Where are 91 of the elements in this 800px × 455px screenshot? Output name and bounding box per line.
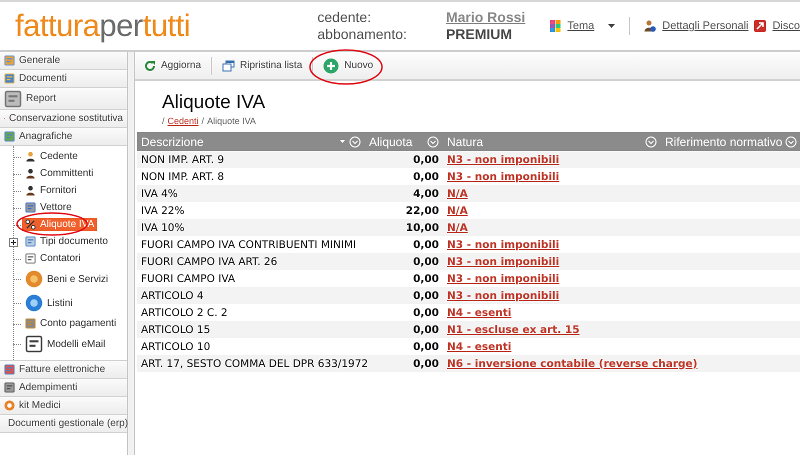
list-icon	[25, 253, 36, 264]
account-value: PREMIUM	[446, 26, 514, 43]
sidebar-section[interactable]: Documenti gestionale (erp)	[0, 415, 127, 433]
table-cell: ARTICOLO 15	[137, 321, 365, 338]
table-cell: NON IMP. ART. 9	[137, 151, 365, 168]
nature-link[interactable]: N3 - non imponibili	[447, 272, 560, 284]
table-cell: 22,00	[365, 202, 443, 219]
dropdown-icon[interactable]	[785, 136, 798, 148]
table-cell: 0,00	[365, 287, 443, 304]
tree-item[interactable]: Committenti	[22, 167, 96, 180]
table-cell: 0,00	[365, 338, 443, 355]
nature-link[interactable]: N/A	[447, 188, 468, 200]
nature-link[interactable]: N1 - escluse ex art. 15	[447, 324, 580, 336]
grid-icon	[4, 131, 15, 142]
exit-icon	[754, 20, 766, 32]
tree-item[interactable]: Contatori	[22, 252, 84, 265]
nature-link[interactable]: N3 - non imponibili	[447, 290, 560, 302]
nature-link[interactable]: N4 - esenti	[447, 340, 512, 352]
nature-link[interactable]: N4 - esenti	[447, 306, 512, 318]
table-cell: 0,00	[365, 151, 443, 168]
nature-link[interactable]: N3 - non imponibili	[447, 154, 560, 166]
table-cell: 0,00	[365, 321, 443, 338]
page-title: Aliquote IVA	[162, 92, 266, 114]
person-icon	[25, 168, 36, 179]
account-label: cedente:	[317, 9, 372, 26]
sidebar-section[interactable]: Conservazione sostitutiva	[0, 110, 127, 128]
header-link[interactable]: Tema	[567, 20, 594, 32]
document-icon	[25, 236, 36, 247]
sidebar-section[interactable]: Documenti	[0, 70, 127, 88]
sidebar-section[interactable]: kit Medici	[0, 397, 127, 415]
table-cell: ARTICOLO 2 C. 2	[137, 304, 365, 321]
table-cell: ARTICOLO 4	[137, 287, 365, 304]
nature-link[interactable]: N3 - non imponibili	[447, 238, 560, 250]
tree-item[interactable]: Beni e Servizi	[22, 269, 112, 289]
header-link[interactable]: Dettagli Personali	[662, 20, 748, 32]
breadcrumb-separator: /	[202, 116, 204, 126]
table-cell: NON IMP. ART. 8	[137, 168, 365, 185]
tree-item[interactable]: Listini	[22, 293, 76, 313]
table-cell: 0,00	[365, 304, 443, 321]
table-cell: 0,00	[365, 236, 443, 253]
dropdown-icon[interactable]	[349, 136, 361, 148]
table-cell: ARTICOLO 10	[137, 338, 365, 355]
nature-link[interactable]: N/A	[447, 222, 468, 234]
nature-link[interactable]: N6 - inversione contabile (reverse charge)	[447, 358, 698, 370]
logo: fatturapertutti	[15, 8, 192, 44]
tree-item[interactable]: Conto pagamenti	[22, 317, 120, 330]
nature-link[interactable]: N3 - non imponibili	[447, 170, 560, 182]
table-cell: IVA 4%	[137, 185, 365, 202]
table-cell: ART. 17, SESTO COMMA DEL DPR 633/1972	[137, 355, 365, 372]
toolbar-button[interactable]: Ripristina lista	[218, 58, 306, 74]
tree-item[interactable]: Fornitori	[22, 184, 80, 197]
plus-icon	[323, 58, 340, 74]
caret-icon[interactable]	[608, 24, 616, 28]
header-link[interactable]: Disco	[772, 20, 800, 32]
nature-link[interactable]: N/A	[447, 204, 468, 216]
table-cell: 0,00	[365, 253, 443, 270]
windows-icon	[222, 60, 236, 72]
people-icon	[25, 151, 36, 162]
table-cell: FUORI CAMPO IVA	[137, 270, 365, 287]
person-icon	[25, 185, 36, 196]
breadcrumb-separator: /	[162, 116, 165, 126]
account-label: abbonamento:	[317, 26, 408, 43]
palette-icon	[550, 20, 562, 32]
table-cell: IVA 10%	[137, 219, 365, 236]
percent-icon	[25, 219, 36, 230]
toolbar-button[interactable]: Aggiorna	[140, 58, 206, 74]
tree-item[interactable]: Tipi documento	[22, 235, 111, 248]
sidebar-section[interactable]: Fatture elettroniche	[0, 361, 127, 379]
sidebar-section[interactable]: Report	[0, 88, 127, 110]
table-cell: FUORI CAMPO IVA ART. 26	[137, 253, 365, 270]
refresh-icon	[144, 60, 156, 72]
sidebar-section[interactable]: Generale	[0, 52, 127, 70]
table-cell: 0,00	[365, 168, 443, 185]
tree-item[interactable]: Cedente	[22, 150, 81, 163]
breadcrumb-link[interactable]: Cedenti	[168, 116, 199, 126]
sidebar-section[interactable]: Adempimenti	[0, 379, 127, 397]
user-info-icon	[644, 20, 656, 32]
document-icon	[4, 90, 22, 108]
sidebar-section[interactable]: Anagrafiche	[0, 128, 127, 146]
tree-item[interactable]: Modelli eMail	[22, 334, 108, 354]
breadcrumb-current: Aliquote IVA	[207, 116, 256, 126]
dropdown-icon[interactable]	[427, 136, 439, 148]
table-cell: 4,00	[365, 185, 443, 202]
table-cell: FUORI CAMPO IVA CONTRIBUENTI MINIMI	[137, 236, 365, 253]
table-cell: 10,00	[365, 219, 443, 236]
expand-icon[interactable]	[9, 238, 18, 246]
nature-link[interactable]: N3 - non imponibili	[447, 256, 560, 268]
tree-item[interactable]: Vettore	[22, 201, 75, 214]
dropdown-icon[interactable]	[645, 136, 657, 148]
table-cell: 0,00	[365, 270, 443, 287]
table-cell: IVA 22%	[137, 202, 365, 219]
